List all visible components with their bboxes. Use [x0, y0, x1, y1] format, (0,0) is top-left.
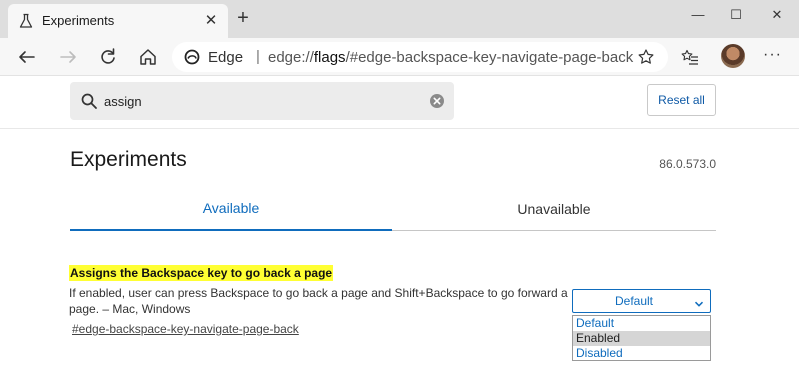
browser-toolbar: Edge | edge://flags/#edge-backspace-key-… — [0, 38, 799, 76]
tab-available[interactable]: Available — [70, 200, 392, 216]
flag-link[interactable]: #edge-backspace-key-navigate-page-back — [72, 322, 299, 336]
search-icon — [80, 92, 98, 110]
address-bar[interactable]: Edge | edge://flags/#edge-backspace-key-… — [172, 42, 668, 72]
new-tab-button[interactable]: + — [232, 8, 254, 30]
clear-search-icon[interactable] — [429, 93, 445, 109]
reset-all-button[interactable]: Reset all — [647, 84, 716, 116]
tab-divider — [392, 230, 716, 231]
option-default[interactable]: Default — [573, 316, 710, 331]
flask-icon — [18, 13, 34, 29]
star-icon[interactable] — [636, 47, 656, 67]
version-label: 86.0.573.0 — [659, 157, 716, 171]
maximize-button[interactable]: ☐ — [723, 4, 749, 26]
flag-description: If enabled, user can press Backspace to … — [69, 286, 568, 316]
favorites-icon[interactable] — [680, 48, 700, 68]
page-title: Experiments — [70, 148, 187, 171]
browser-tab[interactable]: Experiments ✕ — [8, 4, 228, 38]
home-icon[interactable] — [135, 44, 161, 70]
url-suffix: /#edge-backspace-key-navigate-page-back — [345, 49, 634, 66]
close-window-button[interactable]: ✕ — [764, 4, 790, 26]
refresh-icon[interactable] — [95, 44, 121, 70]
flag-select[interactable]: Default — [572, 289, 711, 313]
flag-title: Assigns the Backspace key to go back a p… — [69, 265, 334, 281]
back-icon[interactable] — [14, 44, 40, 70]
omnibox-label: Edge — [208, 49, 244, 66]
option-enabled[interactable]: Enabled — [573, 331, 710, 346]
search-input[interactable] — [104, 91, 404, 111]
url-text[interactable]: edge://flags/#edge-backspace-key-navigat… — [268, 49, 633, 66]
omnibox-separator: | — [256, 48, 260, 65]
forward-icon[interactable] — [55, 44, 81, 70]
minimize-button[interactable]: — — [685, 4, 711, 26]
tab-unavailable[interactable]: Unavailable — [392, 201, 716, 217]
flag-options-list: Default Enabled Disabled — [572, 315, 711, 361]
active-tab-indicator — [70, 229, 392, 231]
avatar[interactable] — [721, 44, 745, 68]
option-disabled[interactable]: Disabled — [573, 346, 710, 361]
search-box[interactable] — [70, 82, 454, 120]
close-icon[interactable]: ✕ — [202, 12, 220, 30]
select-value: Default — [614, 294, 654, 308]
url-prefix: edge:// — [268, 49, 314, 66]
url-host: flags — [313, 49, 346, 66]
tab-title: Experiments — [42, 13, 115, 28]
chevron-down-icon — [694, 296, 704, 307]
search-header: Reset all — [0, 77, 799, 129]
title-bar: Experiments ✕ + — ☐ ✕ — [0, 0, 799, 38]
more-icon[interactable]: ··· — [763, 46, 782, 64]
edge-logo-icon — [184, 49, 200, 65]
